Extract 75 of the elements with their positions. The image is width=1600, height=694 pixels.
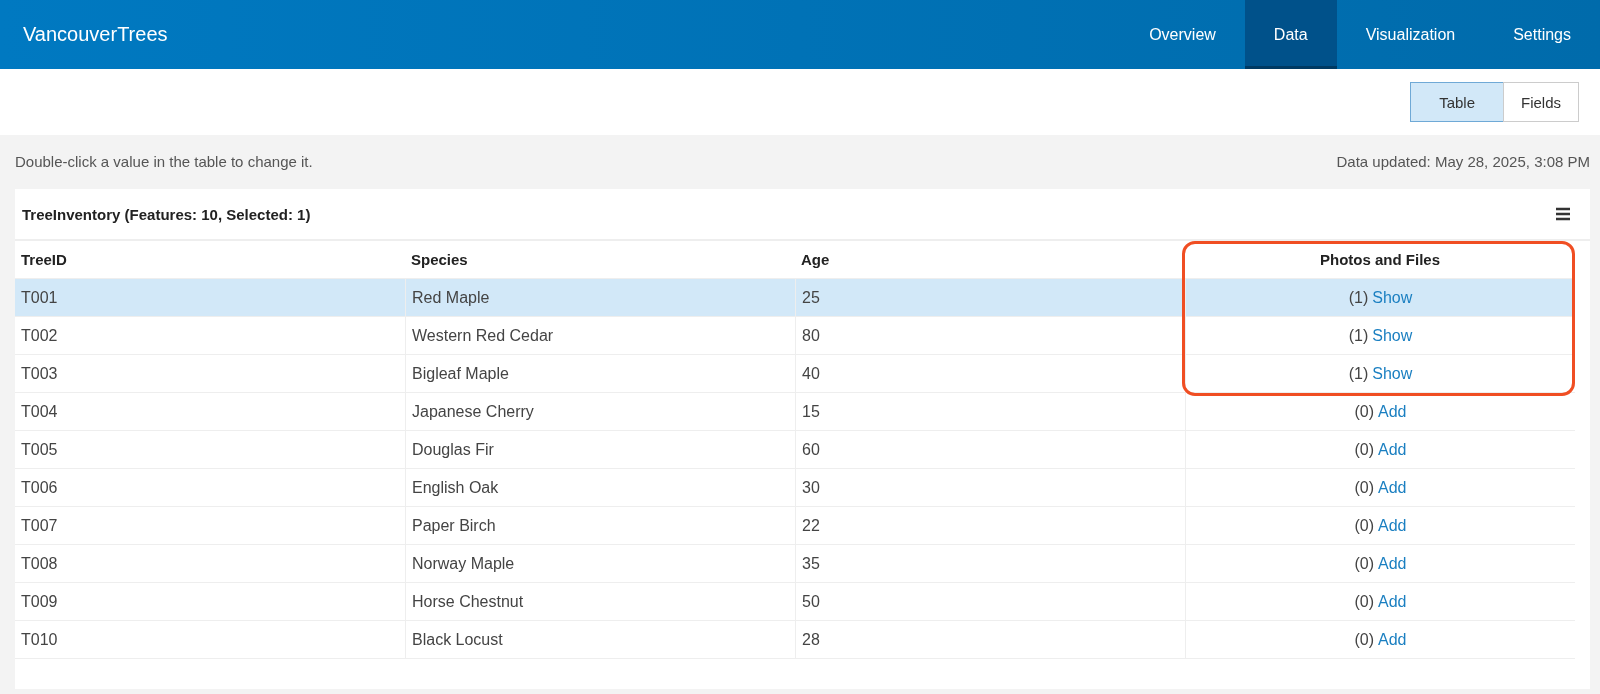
table-cell: T003 bbox=[21, 364, 58, 383]
table-row[interactable]: T005 Douglas Fir 60 (0) Add bbox=[15, 431, 1575, 469]
nav-tab[interactable]: Visualization bbox=[1336, 0, 1485, 69]
table-row[interactable]: T006 English Oak 30 (0) Add bbox=[15, 469, 1575, 507]
table-cell: T008 bbox=[21, 554, 58, 573]
hint-text: Double-click a value in the table to change it. bbox=[15, 153, 313, 172]
attachment-count: (0) bbox=[1354, 630, 1375, 649]
column-header: Species bbox=[411, 251, 468, 268]
attachment-link[interactable]: Add bbox=[1378, 478, 1407, 497]
table-cell: 80 bbox=[802, 326, 820, 345]
table-row[interactable]: T004 Japanese Cherry 15 (0) Add bbox=[15, 393, 1575, 431]
table-cell: Red Maple bbox=[412, 288, 490, 307]
attachment-count: (0) bbox=[1354, 402, 1375, 421]
table-cell: 15 bbox=[802, 402, 820, 421]
table-cell: 25 bbox=[802, 288, 820, 307]
table-cell: 35 bbox=[802, 554, 820, 573]
attachment-link[interactable]: Add bbox=[1378, 630, 1407, 649]
view-toggle-button[interactable]: Table bbox=[1410, 82, 1504, 122]
attachment-link[interactable]: Add bbox=[1378, 516, 1407, 535]
table-cell: T001 bbox=[21, 288, 58, 307]
table-row[interactable]: T007 Paper Birch 22 (0) Add bbox=[15, 507, 1575, 545]
table-cell: Western Red Cedar bbox=[412, 326, 554, 345]
table-cell: Bigleaf Maple bbox=[412, 364, 509, 383]
table-row[interactable]: T009 Horse Chestnut 50 (0) Add bbox=[15, 583, 1575, 621]
table-cell: 40 bbox=[802, 364, 820, 383]
table-cell: T004 bbox=[21, 402, 58, 421]
table-row[interactable]: T010 Black Locust 28 (0) Add bbox=[15, 621, 1575, 659]
column-header: Age bbox=[801, 251, 830, 268]
table-cell: 28 bbox=[802, 630, 820, 649]
table-cell: Horse Chestnut bbox=[412, 592, 524, 611]
table-cell: Japanese Cherry bbox=[412, 402, 534, 421]
attachment-link[interactable]: Add bbox=[1378, 402, 1407, 421]
table-cell: Douglas Fir bbox=[412, 440, 494, 459]
table-row[interactable]: T003 Bigleaf Maple 40 (1) Show bbox=[15, 355, 1575, 393]
table-cell: Black Locust bbox=[412, 630, 503, 649]
table-cell: T010 bbox=[21, 630, 58, 649]
attachment-count: (0) bbox=[1354, 440, 1375, 459]
attachment-link[interactable]: Show bbox=[1372, 288, 1413, 307]
attachment-link[interactable]: Show bbox=[1372, 364, 1413, 383]
table-cell: English Oak bbox=[412, 478, 499, 497]
attachment-count: (1) bbox=[1348, 364, 1369, 383]
app-title: VancouverTrees bbox=[22, 23, 169, 46]
table-row[interactable]: T002 Western Red Cedar 80 (1) Show bbox=[15, 317, 1575, 355]
table-cell: 50 bbox=[802, 592, 820, 611]
table-row[interactable]: T001 Red Maple 25 (1) Show bbox=[15, 279, 1575, 317]
attachment-count: (0) bbox=[1354, 478, 1375, 497]
attachment-count: (0) bbox=[1354, 516, 1375, 535]
attachment-link[interactable]: Add bbox=[1378, 592, 1407, 611]
menu-icon[interactable] bbox=[1556, 207, 1570, 221]
table-cell: Paper Birch bbox=[412, 516, 496, 535]
attachment-link[interactable]: Show bbox=[1372, 326, 1413, 345]
attachment-count: (0) bbox=[1354, 592, 1375, 611]
table-cell: T002 bbox=[21, 326, 58, 345]
view-toggle-button[interactable]: Fields bbox=[1503, 82, 1579, 122]
column-header: TreeID bbox=[21, 251, 67, 268]
table-cell: 60 bbox=[802, 440, 820, 459]
table-cell: T006 bbox=[21, 478, 58, 497]
attachment-link[interactable]: Add bbox=[1378, 440, 1407, 459]
attachment-count: (1) bbox=[1348, 326, 1369, 345]
table-cell: 22 bbox=[802, 516, 820, 535]
attachment-count: (1) bbox=[1348, 288, 1369, 307]
column-header: Photos and Files bbox=[1320, 251, 1440, 268]
nav-tab[interactable]: Overview bbox=[1120, 0, 1245, 69]
table-cell: 30 bbox=[802, 478, 820, 497]
attachment-count: (0) bbox=[1354, 554, 1375, 573]
table-row[interactable]: T008 Norway Maple 35 (0) Add bbox=[15, 545, 1575, 583]
updated-text: Data updated: May 28, 2025, 3:08 PM bbox=[1336, 153, 1590, 172]
table-cell: T007 bbox=[21, 516, 58, 535]
table-cell: T009 bbox=[21, 592, 58, 611]
table-cell: T005 bbox=[21, 440, 58, 459]
nav-tab[interactable]: Data bbox=[1244, 0, 1337, 69]
table-title: TreeInventory (Features: 10, Selected: 1) bbox=[22, 205, 311, 223]
table-cell: Norway Maple bbox=[412, 554, 515, 573]
attachment-link[interactable]: Add bbox=[1378, 554, 1407, 573]
nav-tab[interactable]: Settings bbox=[1484, 0, 1600, 69]
